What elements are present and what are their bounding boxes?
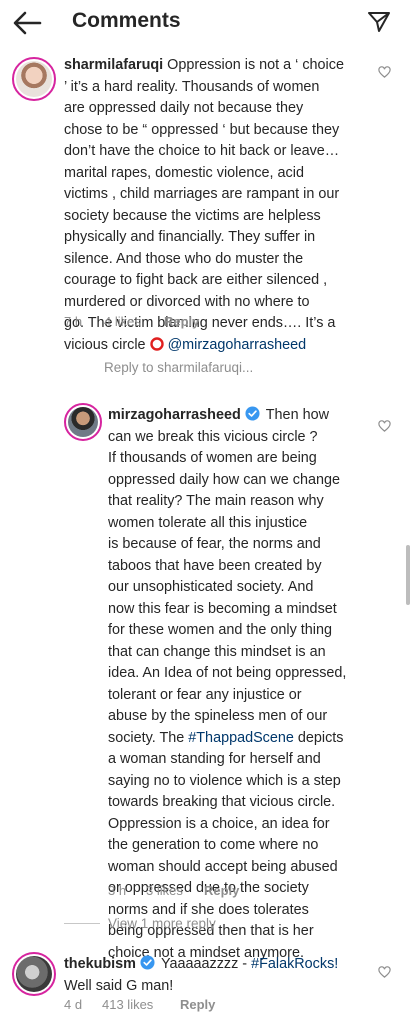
- view-more-replies[interactable]: View 1 more reply: [64, 916, 216, 931]
- username[interactable]: mirzagoharrasheed: [108, 407, 241, 423]
- verified-badge-icon: [245, 406, 260, 421]
- likes-count[interactable]: 413 likes: [102, 997, 180, 1012]
- mention-link[interactable]: @mirzagoharrasheed: [168, 337, 307, 353]
- hashtag-link[interactable]: #FalakRocks!: [251, 956, 338, 972]
- verified-badge-icon: [140, 955, 155, 970]
- hashtag-link[interactable]: #ThappadScene: [188, 730, 294, 746]
- page-title: Comments: [72, 9, 181, 32]
- scrollbar[interactable]: [406, 545, 410, 605]
- comment-text: mirzagoharrasheed Then how can we break t…: [108, 406, 347, 961]
- comment-text: thekubism Yaaaaazzzz - #FalakRocks! Well …: [64, 955, 339, 994]
- reply-button[interactable]: Reply: [180, 997, 215, 1012]
- arrow-left-icon[interactable]: [12, 10, 42, 36]
- comment-meta: 3 h 3 likes Reply: [108, 883, 239, 898]
- reply-button[interactable]: Reply: [164, 314, 199, 329]
- paper-plane-icon[interactable]: [367, 10, 391, 34]
- reply-to-label[interactable]: Reply to sharmilafaruqi...: [104, 360, 253, 375]
- timestamp: 3 h: [108, 883, 127, 898]
- heart-icon[interactable]: [378, 420, 391, 433]
- avatar[interactable]: [12, 952, 56, 996]
- divider: [64, 923, 100, 924]
- username[interactable]: thekubism: [64, 956, 136, 972]
- timestamp: 4 d: [64, 997, 83, 1012]
- avatar[interactable]: [12, 57, 56, 101]
- timestamp: 7 h: [64, 314, 83, 329]
- likes-count[interactable]: 3 likes: [146, 883, 204, 898]
- header-bar: Comments: [0, 0, 412, 46]
- username[interactable]: sharmilafaruqi: [64, 57, 163, 73]
- reply-button[interactable]: Reply: [204, 883, 239, 898]
- comment-meta: 4 d 413 likes Reply: [64, 997, 215, 1012]
- likes-count[interactable]: 4 likes: [104, 314, 164, 329]
- avatar[interactable]: [64, 403, 102, 441]
- heart-icon[interactable]: [378, 966, 391, 979]
- red-circle-icon: [149, 336, 164, 351]
- comment-meta: 7 h 4 likes Reply: [64, 314, 199, 329]
- comment-text: sharmilafaruqi Oppression is not a ‘ choi…: [64, 57, 344, 353]
- heart-icon[interactable]: [378, 66, 391, 79]
